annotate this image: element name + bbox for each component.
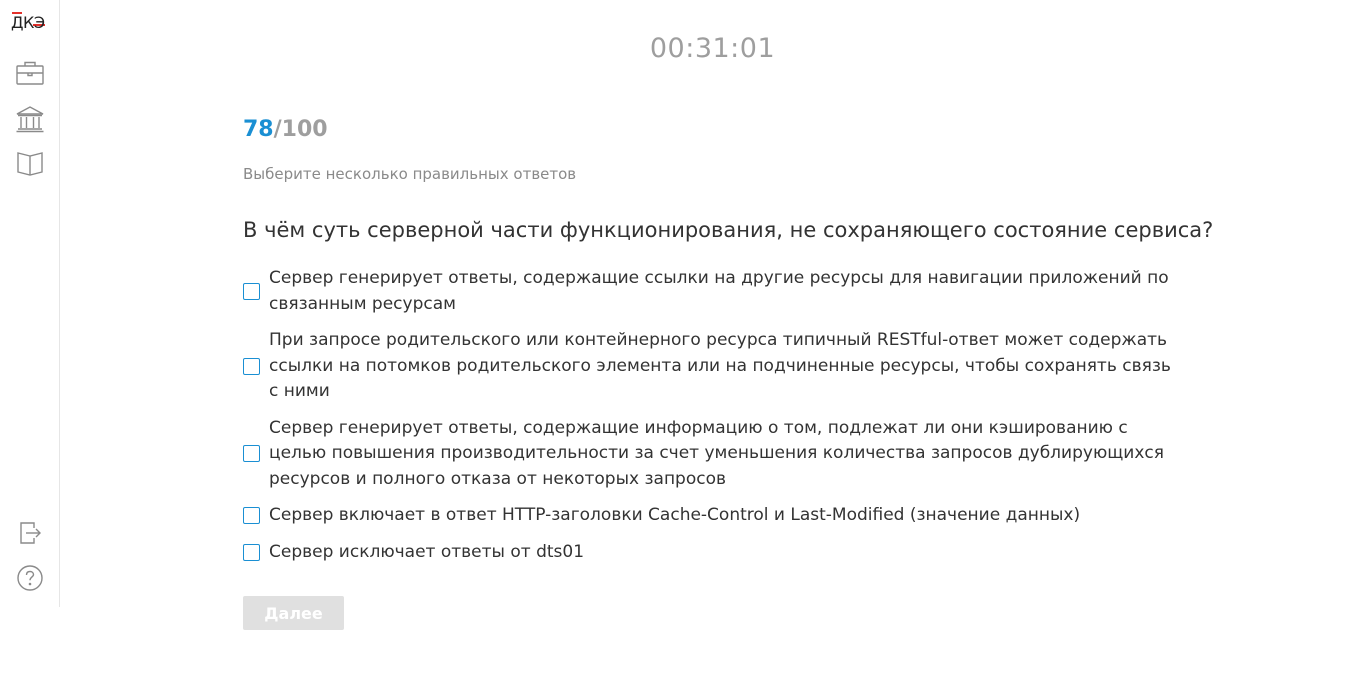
answer-label: Сервер генерирует ответы, содержащие ссы… xyxy=(269,268,1169,314)
next-button[interactable]: Далее xyxy=(243,596,344,630)
answer-label: Сервер включает в ответ HTTP-заголовки C… xyxy=(269,505,1081,525)
answer-checkbox[interactable] xyxy=(243,283,260,300)
answer-label: Сервер генерирует ответы, содержащие инф… xyxy=(269,417,1164,489)
book-icon[interactable] xyxy=(14,148,46,180)
answer-checkbox[interactable] xyxy=(243,445,260,463)
answer-label: Сервер исключает ответы от dts01 xyxy=(269,541,585,562)
instruction-hint: Выберите несколько правильных ответов xyxy=(243,165,577,183)
sidebar: ДКЭ xyxy=(0,0,60,607)
answer-option[interactable]: При запросе родительского или контейнерн… xyxy=(243,328,1173,405)
timer: 00:31:01 xyxy=(649,33,776,64)
answer-label: При запросе родительского или контейнерн… xyxy=(269,330,1171,401)
logo-text: ДКЭ xyxy=(11,13,45,32)
total-questions: /100 xyxy=(273,117,328,142)
answer-checkbox[interactable] xyxy=(243,507,260,525)
answer-options: Сервер генерирует ответы, содержащие ссы… xyxy=(243,266,1173,576)
answer-option[interactable]: Сервер включает в ответ HTTP-заголовки C… xyxy=(243,503,1173,529)
logout-icon[interactable] xyxy=(14,517,46,549)
institution-icon[interactable] xyxy=(14,103,46,135)
answer-checkbox[interactable] xyxy=(243,357,260,375)
answer-option[interactable]: Сервер генерирует ответы, содержащие ссы… xyxy=(243,266,1173,317)
answer-checkbox[interactable] xyxy=(243,543,260,561)
answer-option[interactable]: Сервер генерирует ответы, содержащие инф… xyxy=(243,416,1173,493)
question-counter: 78/100 xyxy=(243,117,328,142)
help-icon[interactable] xyxy=(14,562,46,594)
question-text: В чём суть серверной части функционирова… xyxy=(243,218,1214,242)
answer-option[interactable]: Сервер исключает ответы от dts01 xyxy=(243,540,1173,566)
current-question-number: 78 xyxy=(243,117,274,142)
